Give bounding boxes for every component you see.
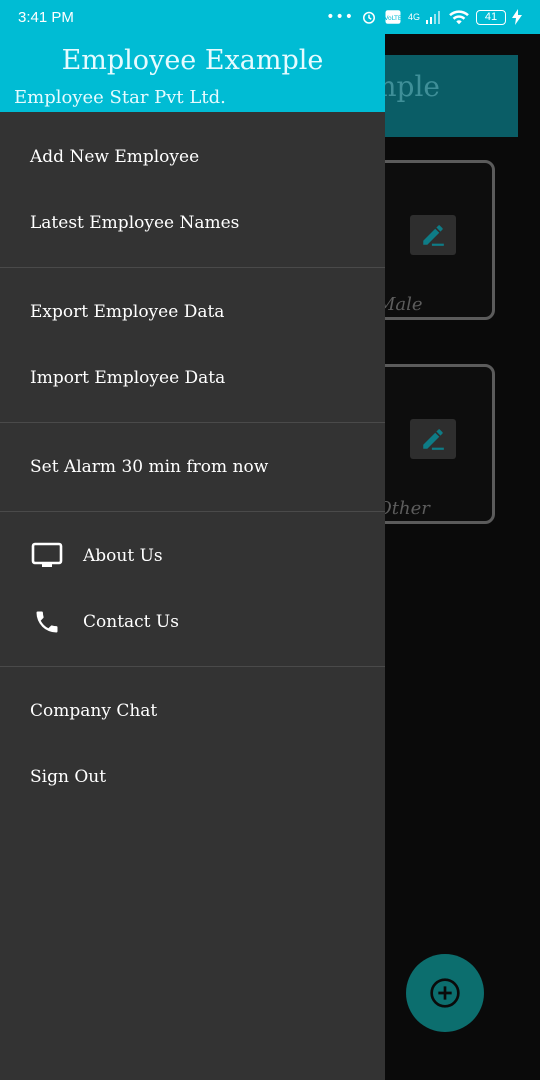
menu-item-label: Set Alarm 30 min from now [30, 457, 269, 477]
menu-item-label: Latest Employee Names [30, 213, 240, 233]
wifi-icon [449, 10, 469, 25]
edit-icon [410, 419, 456, 459]
phone-icon [30, 605, 64, 639]
menu-item-label: Import Employee Data [30, 368, 226, 388]
edit-icon [410, 215, 456, 255]
alarm-icon [362, 11, 375, 24]
menu-item-company-chat[interactable]: Company Chat [0, 678, 385, 744]
menu-item-export-employee-data[interactable]: Export Employee Data [0, 279, 385, 345]
charging-icon [512, 9, 522, 25]
battery-icon: 41 [476, 9, 506, 25]
menu-item-sign-out[interactable]: Sign Out [0, 744, 385, 810]
signal-icon [426, 11, 440, 24]
menu-item-label: Add New Employee [30, 147, 200, 167]
drawer-menu: Add New Employee Latest Employee Names E… [0, 112, 385, 810]
menu-item-about-us[interactable]: About Us [0, 523, 385, 589]
menu-item-add-new-employee[interactable]: Add New Employee [0, 124, 385, 190]
divider [0, 267, 385, 268]
monitor-icon [30, 539, 64, 573]
screen: mple Male Other 3:41 PM ••• VoLTE 4G 41 … [0, 0, 540, 1080]
network-type: 4G [407, 12, 420, 22]
navigation-drawer: Employee Example Employee Star Pvt Ltd. … [0, 0, 385, 1080]
volte-icon: VoLTE [384, 10, 402, 24]
menu-item-label: About Us [83, 546, 163, 566]
divider [0, 511, 385, 512]
menu-item-label: Contact Us [83, 612, 179, 632]
status-icons: ••• VoLTE 4G 41 [326, 8, 522, 26]
menu-item-latest-employee-names[interactable]: Latest Employee Names [0, 190, 385, 256]
status-time: 3:41 PM [18, 8, 74, 26]
status-bar: 3:41 PM ••• VoLTE 4G 41 [0, 0, 540, 34]
menu-item-label: Export Employee Data [30, 302, 225, 322]
add-circle-icon [430, 978, 460, 1008]
overflow-dots: ••• [326, 9, 354, 25]
drawer-subtitle: Employee Star Pvt Ltd. [14, 87, 226, 108]
divider [0, 422, 385, 423]
svg-text:VoLTE: VoLTE [384, 15, 401, 22]
drawer-title: Employee Example [61, 45, 324, 76]
divider [0, 666, 385, 667]
menu-item-set-alarm[interactable]: Set Alarm 30 min from now [0, 434, 385, 500]
menu-item-label: Sign Out [30, 767, 107, 787]
menu-item-label: Company Chat [30, 701, 158, 721]
menu-item-import-employee-data[interactable]: Import Employee Data [0, 345, 385, 411]
menu-item-contact-us[interactable]: Contact Us [0, 589, 385, 655]
drawer-header: Employee Example Employee Star Pvt Ltd. [0, 34, 385, 112]
add-employee-fab [406, 954, 484, 1032]
